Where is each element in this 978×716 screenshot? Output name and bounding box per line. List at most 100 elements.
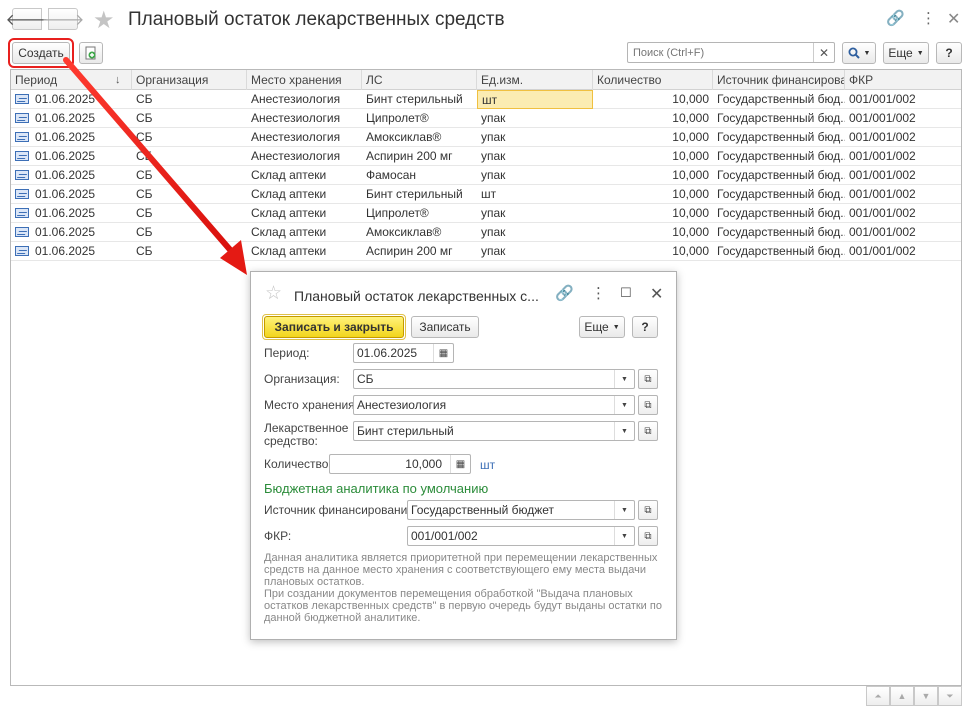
column-header-period[interactable]: Период ↓ xyxy=(11,70,132,90)
table-row[interactable]: 01.06.2025 СБ Анестезиология Ципролет® упак 1… xyxy=(11,109,961,128)
cell-qty[interactable]: 10,000 xyxy=(593,128,713,147)
cell-place[interactable]: Анестезиология xyxy=(247,109,362,128)
cell-place[interactable]: Склад аптеки xyxy=(247,204,362,223)
cell-unit[interactable]: упак xyxy=(477,242,593,261)
cell-drug[interactable]: Аспирин 200 мг xyxy=(362,242,477,261)
column-header-drug[interactable]: ЛС xyxy=(362,70,477,90)
open-drug-button[interactable]: ⧉ xyxy=(638,421,658,441)
cell-org[interactable]: СБ xyxy=(132,185,247,204)
column-header-storage-place[interactable]: Место хранения xyxy=(247,70,362,90)
cell-period[interactable]: 01.06.2025 xyxy=(11,242,132,261)
cell-source[interactable]: Государственный бюд... xyxy=(713,109,845,128)
cell-fkr[interactable]: 001/001/002 xyxy=(845,147,961,166)
table-row[interactable]: 01.06.2025 СБ Склад аптеки Аспирин 200 мг уп… xyxy=(11,242,961,261)
funding-source-field[interactable]: Государственный бюджет ▼ xyxy=(407,500,635,520)
cell-fkr[interactable]: 001/001/002 xyxy=(845,204,961,223)
cell-drug[interactable]: Фамосан xyxy=(362,166,477,185)
cell-drug[interactable]: Бинт стерильный xyxy=(362,185,477,204)
cell-fkr[interactable]: 001/001/002 xyxy=(845,109,961,128)
period-field[interactable]: 01.06.2025 ▦ xyxy=(353,343,454,363)
cell-qty[interactable]: 10,000 xyxy=(593,90,713,109)
column-header-quantity[interactable]: Количество xyxy=(593,70,713,90)
clear-icon[interactable]: ✕ xyxy=(813,43,834,62)
table-row[interactable]: 01.06.2025 СБ Анестезиология Аспирин 200 мг… xyxy=(11,147,961,166)
table-row[interactable]: 01.06.2025 СБ Склад аптеки Фамосан упак 10,00… xyxy=(11,166,961,185)
chevron-down-icon[interactable]: ▼ xyxy=(614,501,634,519)
cell-place[interactable]: Анестезиология xyxy=(247,90,362,109)
cell-unit[interactable]: упак xyxy=(477,166,593,185)
cell-unit[interactable]: упак xyxy=(477,109,593,128)
scroll-up-icon[interactable]: ▲ xyxy=(890,686,914,706)
fkr-field[interactable]: 001/001/002 ▼ xyxy=(407,526,635,546)
open-organization-button[interactable]: ⧉ xyxy=(638,369,658,389)
link-icon[interactable]: 🔗 xyxy=(886,9,905,27)
more-button[interactable]: Еще ▼ xyxy=(883,42,929,64)
cell-qty[interactable]: 10,000 xyxy=(593,147,713,166)
close-icon[interactable]: ✕ xyxy=(947,9,960,29)
chevron-down-icon[interactable]: ▼ xyxy=(614,370,634,388)
open-storage-place-button[interactable]: ⧉ xyxy=(638,395,658,415)
cell-qty[interactable]: 10,000 xyxy=(593,242,713,261)
cell-drug[interactable]: Аспирин 200 мг xyxy=(362,147,477,166)
cell-drug[interactable]: Бинт стерильный xyxy=(362,90,477,109)
column-header-organization[interactable]: Организация xyxy=(132,70,247,90)
cell-place[interactable]: Склад аптеки xyxy=(247,242,362,261)
calendar-icon[interactable]: ▦ xyxy=(433,344,453,362)
drug-field[interactable]: Бинт стерильный ▼ xyxy=(353,421,635,441)
cell-drug[interactable]: Ципролет® xyxy=(362,204,477,223)
cell-place[interactable]: Анестезиология xyxy=(247,128,362,147)
cell-place[interactable]: Анестезиология xyxy=(247,147,362,166)
cell-period[interactable]: 01.06.2025 xyxy=(11,204,132,223)
table-row[interactable]: 01.06.2025 СБ Анестезиология Бинт стерильны… xyxy=(11,90,961,109)
chevron-down-icon[interactable]: ▼ xyxy=(614,396,634,414)
table-row[interactable]: 01.06.2025 СБ Склад аптеки Ципролет® упак 10,… xyxy=(11,204,961,223)
more-vertical-icon[interactable]: ⋮ xyxy=(921,9,936,27)
unit-link[interactable]: шт xyxy=(480,458,495,472)
cell-drug[interactable]: Амоксиклав® xyxy=(362,128,477,147)
cell-qty[interactable]: 10,000 xyxy=(593,166,713,185)
save-and-close-button[interactable]: Записать и закрыть xyxy=(262,314,406,340)
favorite-star-icon[interactable]: ★ xyxy=(93,6,115,35)
cell-org[interactable]: СБ xyxy=(132,109,247,128)
create-button[interactable]: Создать xyxy=(12,42,70,64)
table-row[interactable]: 01.06.2025 СБ Склад аптеки Бинт стерильный ш… xyxy=(11,185,961,204)
copy-button[interactable] xyxy=(79,42,103,64)
cell-fkr[interactable]: 001/001/002 xyxy=(845,166,961,185)
cell-fkr[interactable]: 001/001/002 xyxy=(845,128,961,147)
scroll-bottom-icon[interactable]: ⏷ xyxy=(938,686,962,706)
search-input[interactable] xyxy=(628,43,812,62)
open-fkr-button[interactable]: ⧉ xyxy=(638,526,658,546)
cell-period[interactable]: 01.06.2025 xyxy=(11,147,132,166)
cell-unit[interactable]: упак xyxy=(477,147,593,166)
scroll-down-icon[interactable]: ▼ xyxy=(914,686,938,706)
cell-org[interactable]: СБ xyxy=(132,223,247,242)
cell-period[interactable]: 01.06.2025 xyxy=(11,166,132,185)
column-header-funding-source[interactable]: Источник финансирова... xyxy=(713,70,845,90)
cell-period[interactable]: 01.06.2025 xyxy=(11,223,132,242)
cell-period[interactable]: 01.06.2025 xyxy=(11,185,132,204)
cell-unit[interactable]: шт xyxy=(477,90,593,109)
cell-qty[interactable]: 10,000 xyxy=(593,223,713,242)
cell-unit[interactable]: упак xyxy=(477,204,593,223)
cell-source[interactable]: Государственный бюд... xyxy=(713,90,845,109)
save-button[interactable]: Записать xyxy=(411,316,479,338)
cell-unit[interactable]: упак xyxy=(477,223,593,242)
cell-source[interactable]: Государственный бюд... xyxy=(713,204,845,223)
cell-period[interactable]: 01.06.2025 xyxy=(11,109,132,128)
find-button[interactable]: ▼ xyxy=(842,42,876,64)
cell-org[interactable]: СБ xyxy=(132,204,247,223)
cell-source[interactable]: Государственный бюд... xyxy=(713,147,845,166)
cell-source[interactable]: Государственный бюд... xyxy=(713,166,845,185)
cell-place[interactable]: Склад аптеки xyxy=(247,223,362,242)
cell-place[interactable]: Склад аптеки xyxy=(247,185,362,204)
scroll-top-icon[interactable]: ⏶ xyxy=(866,686,890,706)
favorite-star-icon[interactable]: ☆ xyxy=(265,282,282,305)
cell-org[interactable]: СБ xyxy=(132,90,247,109)
cell-drug[interactable]: Амоксиклав® xyxy=(362,223,477,242)
cell-source[interactable]: Государственный бюд... xyxy=(713,185,845,204)
cell-source[interactable]: Государственный бюд... xyxy=(713,242,845,261)
cell-fkr[interactable]: 001/001/002 xyxy=(845,90,961,109)
cell-period[interactable]: 01.06.2025 xyxy=(11,90,132,109)
cell-org[interactable]: СБ xyxy=(132,147,247,166)
cell-fkr[interactable]: 001/001/002 xyxy=(845,185,961,204)
